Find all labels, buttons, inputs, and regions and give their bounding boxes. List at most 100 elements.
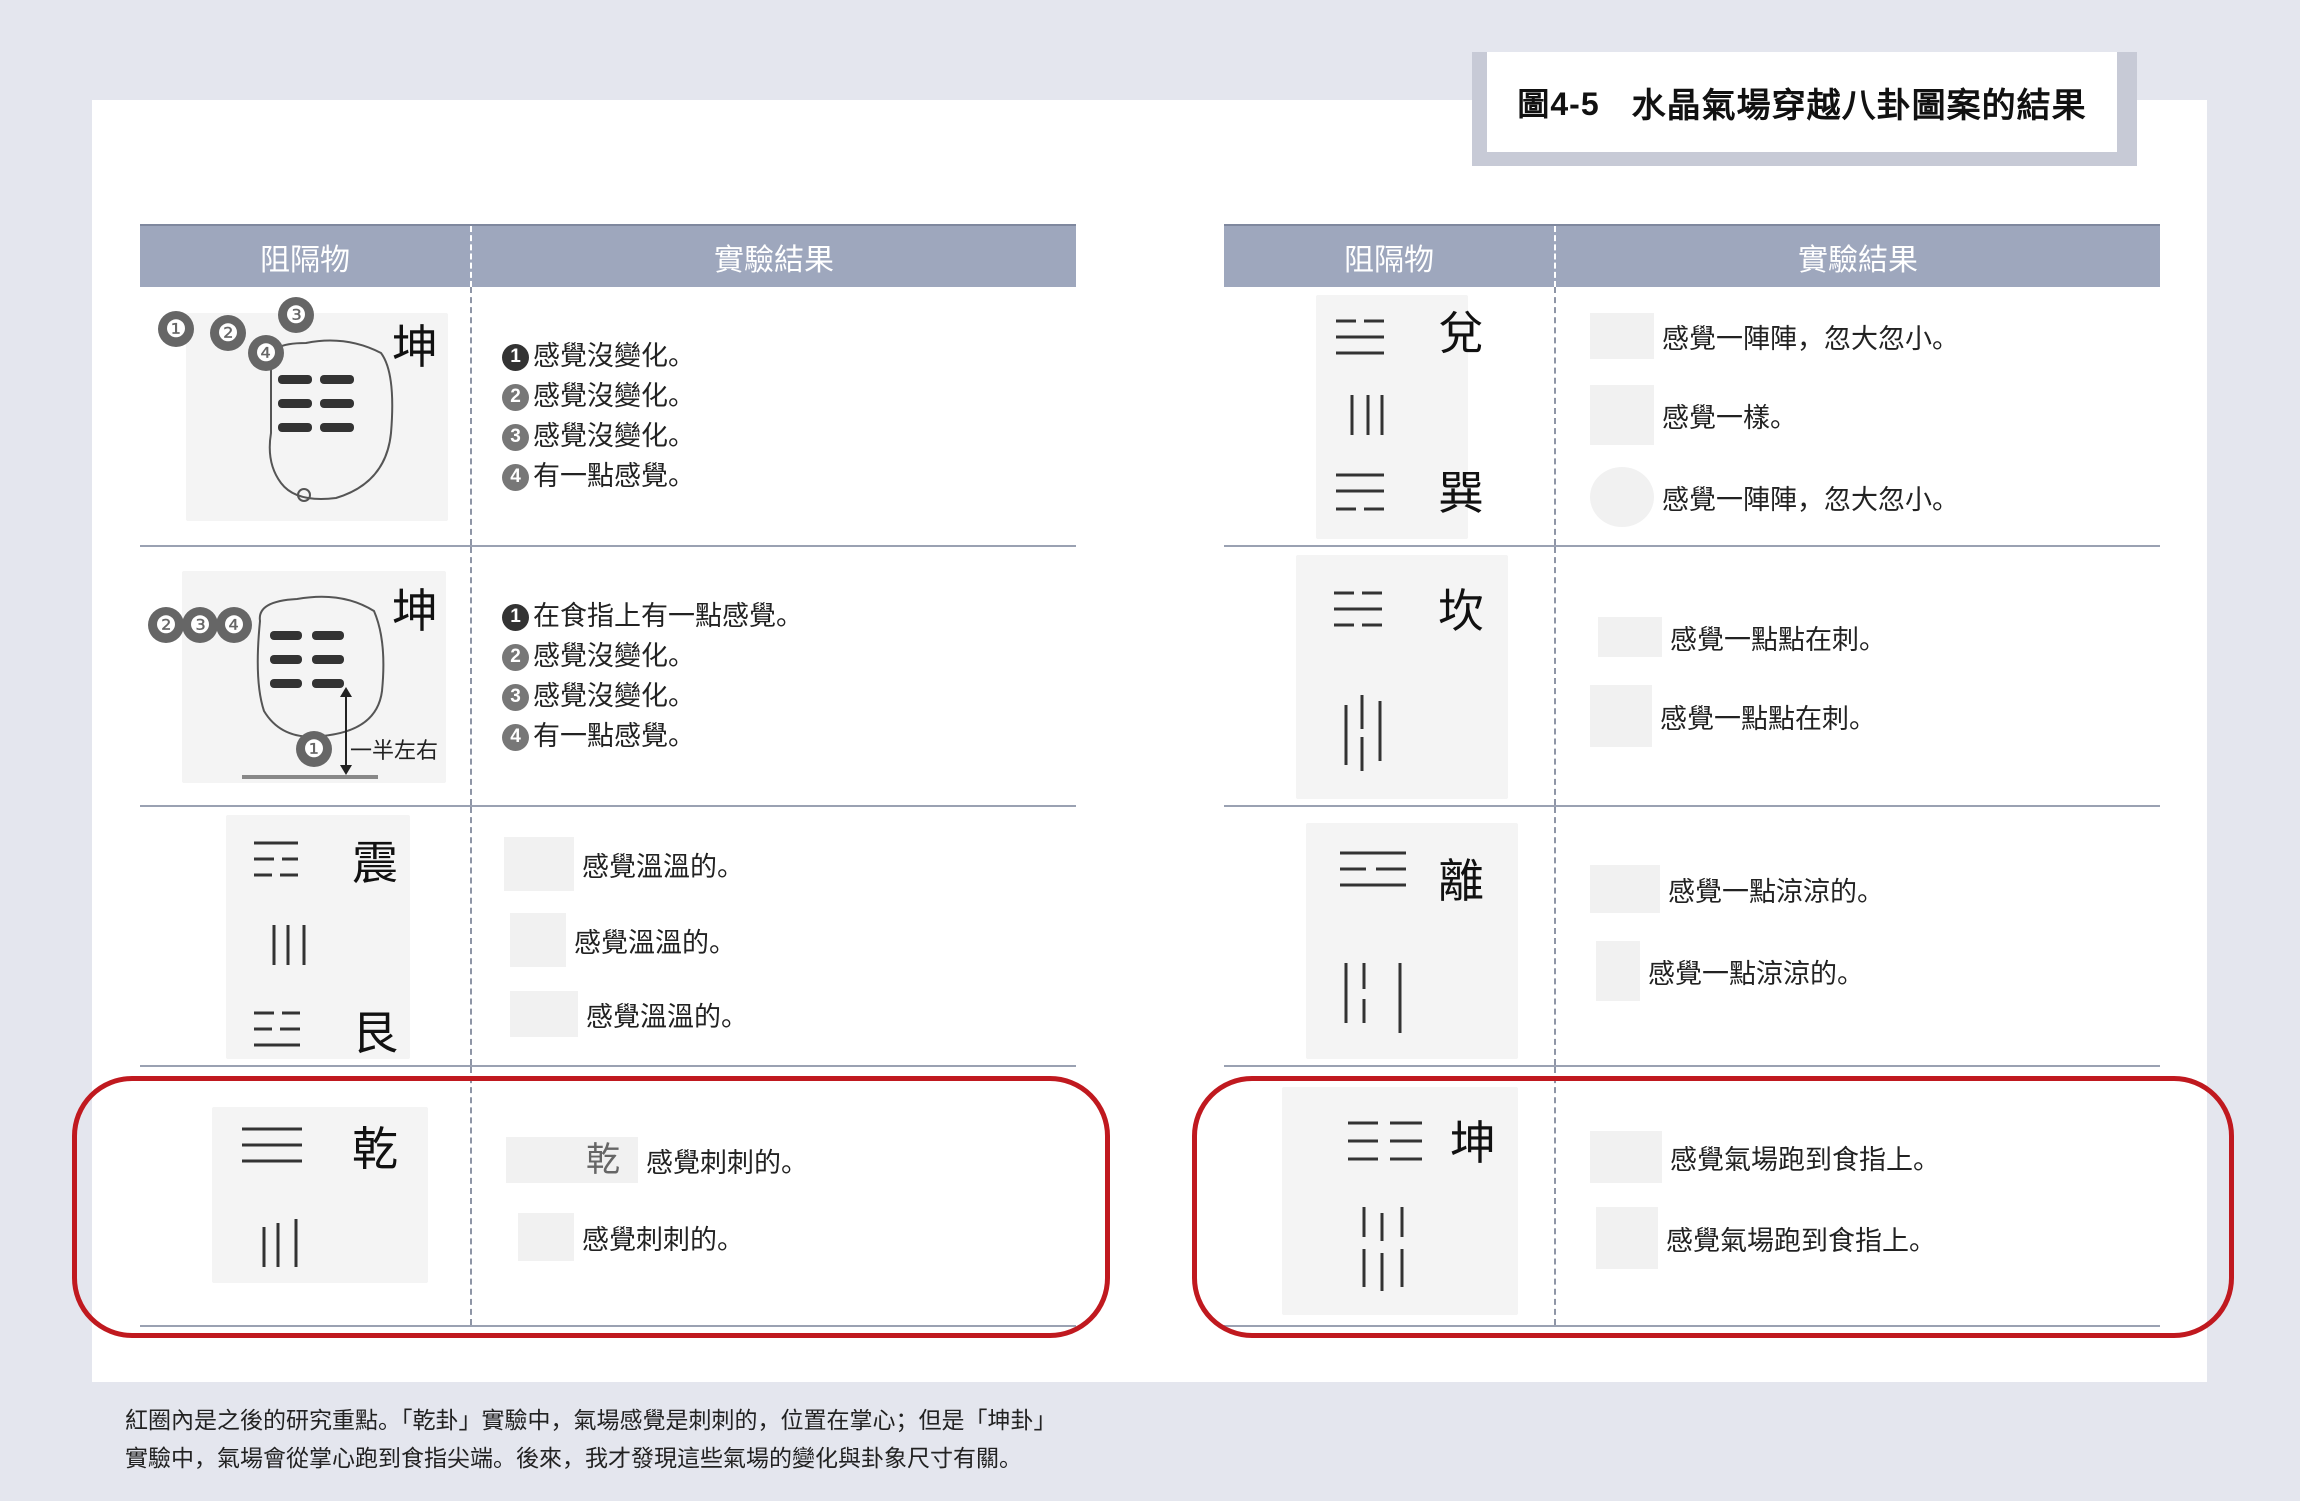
list-item: 3 感覺沒變化。: [502, 677, 803, 717]
barrier-cell: 離: [1224, 807, 1556, 1065]
distance-annotation: 一半左右: [350, 739, 439, 764]
trigram-label-dui: 兌: [1438, 306, 1484, 360]
bagua-circle-icon: [1590, 467, 1654, 527]
trigram-label-kan: 坎: [1438, 584, 1484, 638]
marker-3: ❸: [278, 297, 314, 333]
result-text: 在食指上有一點感覺。: [533, 601, 803, 632]
trigram-label-xun: 巽: [1438, 466, 1484, 520]
highlight-circle-qian: [72, 1076, 1110, 1338]
marker-2: ❷: [148, 607, 184, 643]
trigram-sketch-icon: [1596, 941, 1640, 1001]
list-item: 感覺一陣陣，忽大忽小。: [1590, 467, 1959, 527]
list-item: 1 在食指上有一點感覺。: [502, 597, 803, 637]
header-barrier: 阻隔物: [140, 226, 472, 287]
trigram-sketch-icon: [1590, 685, 1652, 747]
list-item: 1 感覺沒變化。: [502, 337, 695, 377]
trigram-sketch-icon: [510, 913, 566, 967]
result-text: 感覺一點點在刺。: [1660, 703, 1876, 735]
figure-number: 圖4-5: [1517, 86, 1600, 122]
table-row: 兌 巽 感覺一陣陣，忽大忽小。 感覺一樣。 感覺一陣陣，忽大忽小。: [1224, 287, 2160, 547]
result-list: 1 感覺沒變化。 2 感覺沒變化。 3 感覺沒變化。 4 有一點感覺。: [502, 337, 695, 497]
marker-4: ❹: [216, 607, 252, 643]
table-row: 坎 感覺一點點在刺。 感覺一點點在刺。: [1224, 547, 2160, 807]
result-text: 感覺沒變化。: [533, 381, 695, 412]
barrier-cell: 坎: [1224, 547, 1556, 805]
result-number: 2: [502, 383, 529, 411]
trigram-sketch-icon: [1598, 617, 1662, 657]
result-number: 2: [502, 643, 529, 671]
barrier-cell: ❷ ❸ ❹ ❶ 一半左右 坤: [140, 547, 472, 805]
li-figure: [1306, 823, 1518, 1059]
result-number: 4: [502, 463, 529, 491]
result-cell: 1 在食指上有一點感覺。 2 感覺沒變化。 3 感覺沒變化。 4 有一點感覺。: [472, 547, 1076, 805]
list-item: 2 感覺沒變化。: [502, 377, 695, 417]
list-item: 感覺一樣。: [1590, 385, 1797, 445]
table-row: 震 艮 感覺溫溫的。 感覺溫溫的。 感覺溫溫的。: [140, 807, 1076, 1067]
result-number: 4: [502, 723, 529, 751]
result-text: 感覺一點涼涼的。: [1648, 958, 1864, 990]
result-text: 感覺一陣陣，忽大忽小。: [1662, 484, 1959, 516]
result-number: 1: [502, 603, 529, 631]
result-number: 1: [502, 343, 529, 371]
highlight-circle-kun: [1192, 1076, 2234, 1338]
result-text: 感覺沒變化。: [533, 421, 695, 452]
result-text: 感覺沒變化。: [533, 641, 695, 672]
left-table-header: 阻隔物 實驗結果: [140, 224, 1076, 287]
marker-3: ❸: [182, 607, 218, 643]
trigram-label: 坤: [392, 584, 438, 638]
caption-line-1: 紅圈內是之後的研究重點。「乾卦」實驗中，氣場感覺是刺刺的，位置在掌心；但是「坤卦…: [125, 1408, 1057, 1434]
figure-title-box: 圖4-5 水晶氣場穿越八卦圖案的結果: [1487, 52, 2117, 152]
trigram-label-zhen: 震: [352, 836, 398, 890]
trigram-sketch-icon: [1590, 385, 1654, 445]
list-item: 感覺一點涼涼的。: [1596, 941, 1864, 1001]
result-number: 3: [502, 683, 529, 711]
barrier-cell: 兌 巽: [1224, 287, 1556, 545]
list-item: 4 有一點感覺。: [502, 717, 803, 757]
table-row: 離 感覺一點涼涼的。 感覺一點涼涼的。: [1224, 807, 2160, 1067]
result-cell: 1 感覺沒變化。 2 感覺沒變化。 3 感覺沒變化。 4 有一點感覺。: [472, 287, 1076, 545]
result-text: 感覺一樣。: [1662, 402, 1797, 434]
trigram-label-li: 離: [1438, 854, 1484, 908]
list-item: 感覺溫溫的。: [510, 991, 748, 1037]
header-result: 實驗結果: [714, 242, 834, 278]
result-text: 感覺一陣陣，忽大忽小。: [1662, 323, 1959, 355]
result-cell: 感覺一陣陣，忽大忽小。 感覺一樣。 感覺一陣陣，忽大忽小。: [1556, 287, 2160, 545]
header-result: 實驗結果: [1798, 242, 1918, 278]
list-item: 感覺一陣陣，忽大忽小。: [1590, 313, 1959, 359]
list-item: 3 感覺沒變化。: [502, 417, 695, 457]
trigram-sketch-icon: [1590, 313, 1654, 359]
result-text: 有一點感覺。: [533, 721, 695, 752]
result-cell: 感覺一點點在刺。 感覺一點點在刺。: [1556, 547, 2160, 805]
marker-2: ❷: [210, 315, 246, 351]
list-item: 感覺一點涼涼的。: [1590, 865, 1884, 913]
list-item: 感覺溫溫的。: [510, 913, 736, 967]
result-cell: 感覺溫溫的。 感覺溫溫的。 感覺溫溫的。: [472, 807, 1076, 1065]
list-item: 感覺溫溫的。: [504, 837, 744, 891]
result-text: 感覺沒變化。: [533, 681, 695, 712]
trigram-sketch-icon: [1590, 865, 1660, 913]
marker-1: ❶: [296, 731, 332, 767]
table-row: ❷ ❸ ❹ ❶ 一半左右 坤 1 在食指上有一點感覺。 2 感覺沒變化。 3 感覺沒變…: [140, 547, 1076, 807]
right-table-header: 阻隔物 實驗結果: [1224, 224, 2160, 287]
trigram-label-gen: 艮: [352, 1006, 398, 1060]
header-barrier: 阻隔物: [1224, 226, 1556, 287]
result-text: 感覺沒變化。: [533, 341, 695, 372]
result-text: 感覺溫溫的。: [586, 1001, 748, 1033]
list-item: 感覺一點點在刺。: [1590, 685, 1876, 747]
trigram-sketch-icon: [504, 837, 574, 891]
list-item: 4 有一點感覺。: [502, 457, 695, 497]
result-text: 感覺一點點在刺。: [1670, 624, 1886, 656]
table-row: ❶ ❷ ❸ ❹ 坤 1 感覺沒變化。 2 感覺沒變化。 3 感覺沒變化。 4 有一點感覺…: [140, 287, 1076, 547]
result-text: 感覺溫溫的。: [582, 851, 744, 883]
list-item: 2 感覺沒變化。: [502, 637, 803, 677]
result-text: 有一點感覺。: [533, 461, 695, 492]
figure-caption: 紅圈內是之後的研究重點。「乾卦」實驗中，氣場感覺是刺刺的，位置在掌心；但是「坤卦…: [125, 1402, 1057, 1478]
figure-title: 水晶氣場穿越八卦圖案的結果: [1631, 85, 2087, 126]
list-item: 感覺一點點在刺。: [1598, 617, 1886, 657]
result-text: 感覺一點涼涼的。: [1668, 876, 1884, 908]
marker-1: ❶: [158, 311, 194, 347]
barrier-cell: ❶ ❷ ❸ ❹ 坤: [140, 287, 472, 545]
caption-line-2: 實驗中，氣場會從掌心跑到食指尖端。後來，我才發現這些氣場的變化與卦象尺寸有關。: [125, 1446, 1022, 1472]
barrier-cell: 震 艮: [140, 807, 472, 1065]
result-list: 1 在食指上有一點感覺。 2 感覺沒變化。 3 感覺沒變化。 4 有一點感覺。: [502, 597, 803, 757]
